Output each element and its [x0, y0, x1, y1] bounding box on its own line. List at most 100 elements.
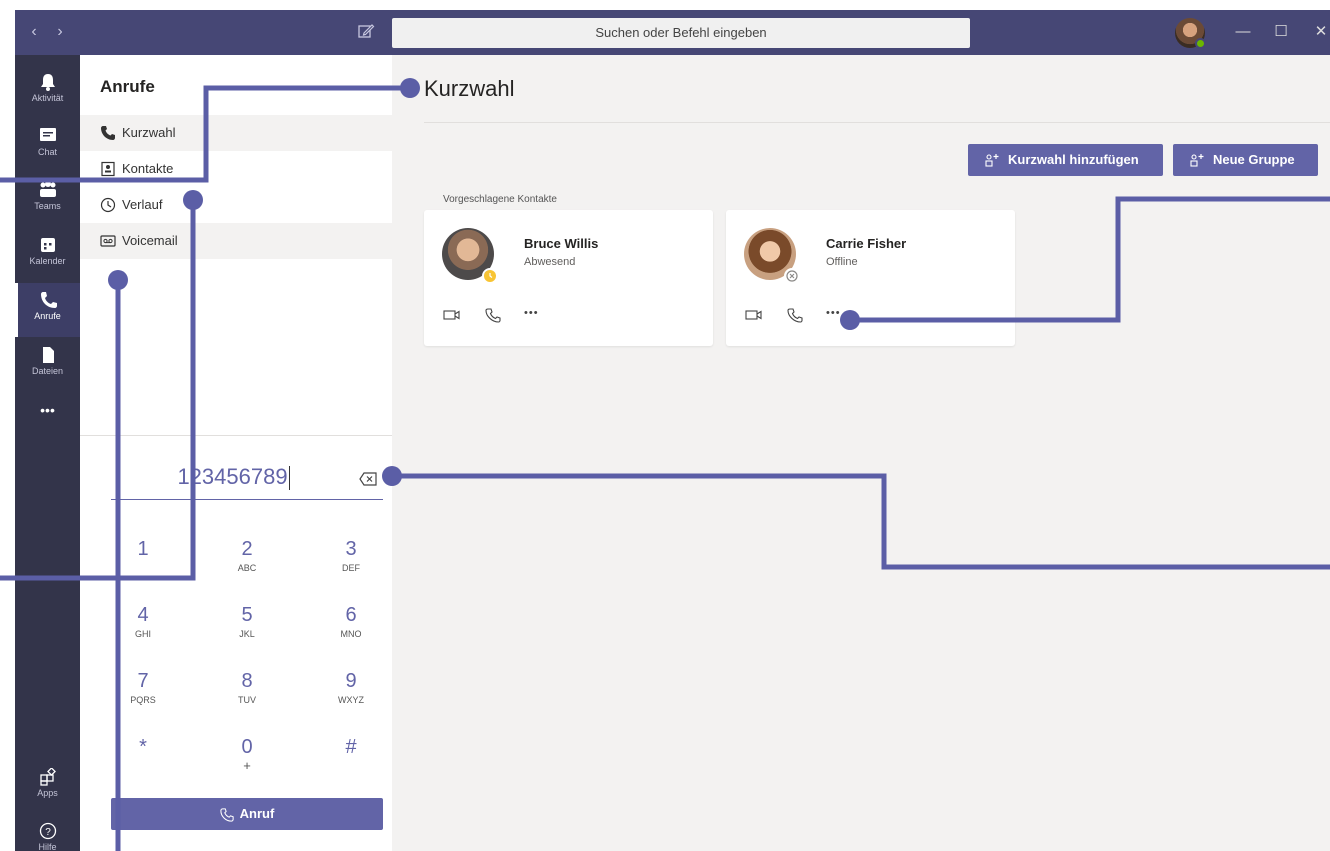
dial-key-6[interactable]: 6 MNO — [321, 603, 381, 653]
appbar-item-calendar[interactable]: Kalender — [15, 228, 80, 282]
search-input[interactable]: Suchen oder Befehl eingeben — [392, 18, 970, 48]
key-digit: 6 — [345, 604, 357, 626]
appbar-label: Aktivität — [31, 93, 64, 103]
panel-divider — [80, 435, 392, 436]
app-bar: Aktivität Chat Teams Kalender Anrufe Dat… — [15, 55, 80, 851]
page-title: Kurzwahl — [424, 76, 515, 101]
key-letters: GHI — [134, 629, 151, 639]
contacts-icon — [101, 161, 115, 177]
appbar-item-chat[interactable]: Chat — [15, 119, 80, 173]
contact-card[interactable]: Carrie Fisher Offline ••• — [726, 210, 1015, 346]
maximize-button[interactable]: ☐ — [1271, 22, 1291, 42]
appbar-item-activity[interactable]: Aktivität — [15, 65, 80, 119]
phone-icon — [101, 126, 115, 140]
video-call-icon[interactable] — [442, 307, 462, 323]
appbar-item-help[interactable]: ? Hilfe — [15, 814, 80, 851]
key-letters: JKL — [239, 629, 255, 639]
status-away-icon — [482, 268, 498, 284]
file-icon — [42, 347, 54, 363]
minimize-button[interactable]: — — [1233, 22, 1253, 42]
key-digit: 9 — [345, 670, 357, 692]
calls-panel: Anrufe Kurzwahl Kontakte Verlauf Voicema… — [80, 55, 392, 851]
appbar-item-teams[interactable]: Teams — [15, 173, 80, 227]
compose-icon[interactable] — [357, 22, 375, 40]
new-group-label: Neue Gruppe — [1213, 152, 1295, 167]
dial-key-hash[interactable]: # — [321, 735, 381, 785]
forward-button[interactable]: › — [53, 23, 67, 41]
audio-call-icon[interactable] — [785, 307, 805, 323]
key-digit: 8 — [241, 670, 253, 692]
contact-card[interactable]: Bruce Willis Abwesend ••• — [424, 210, 713, 346]
appbar-label: Kalender — [29, 256, 66, 266]
nav-item-voicemail[interactable]: Voicemail — [80, 223, 392, 259]
nav-item-speed-dial[interactable]: Kurzwahl — [80, 115, 392, 151]
dial-key-2[interactable]: 2 ABC — [217, 537, 277, 587]
call-button-label: Anruf — [239, 806, 275, 821]
appbar-label: Hilfe — [38, 842, 57, 851]
more-apps-button[interactable]: ••• — [15, 395, 80, 425]
add-speed-dial-button[interactable]: Kurzwahl hinzufügen — [968, 144, 1163, 176]
key-digit: 5 — [241, 604, 253, 626]
svg-text:?: ? — [45, 827, 51, 838]
calendar-icon — [40, 238, 55, 252]
appbar-item-files[interactable]: Dateien — [15, 338, 80, 392]
appbar-label: Anrufe — [34, 311, 61, 321]
audio-call-icon[interactable] — [483, 307, 503, 323]
video-call-icon[interactable] — [744, 307, 764, 323]
apps-icon — [39, 768, 56, 786]
panel-title: Anrufe — [100, 77, 155, 96]
add-speed-dial-label: Kurzwahl hinzufügen — [1008, 152, 1139, 167]
key-letters: PQRS — [130, 695, 156, 705]
new-group-button[interactable]: Neue Gruppe — [1173, 144, 1318, 176]
contact-presence: Offline — [826, 256, 858, 268]
contact-name: Bruce Willis — [524, 236, 599, 251]
dial-key-7[interactable]: 7 PQRS — [113, 669, 173, 719]
suggested-contacts-heading: Vorgeschlagene Kontakte — [443, 194, 557, 205]
call-button[interactable]: Anruf — [111, 798, 383, 830]
title-divider — [424, 122, 1330, 123]
back-button[interactable]: ‹ — [27, 23, 41, 41]
appbar-item-apps[interactable]: Apps — [15, 760, 80, 814]
nav-item-history[interactable]: Verlauf — [80, 187, 392, 223]
phone-icon — [220, 807, 234, 822]
dial-key-0[interactable]: 0 + — [217, 735, 277, 785]
presence-available-icon — [1195, 38, 1206, 49]
dial-key-4[interactable]: 4 GHI — [113, 603, 173, 653]
dial-key-3[interactable]: 3 DEF — [321, 537, 381, 587]
teams-icon — [39, 181, 56, 197]
dial-key-star[interactable]: * — [113, 735, 173, 785]
title-bar: ‹ › Suchen oder Befehl eingeben — ☐ ✕ — [15, 10, 1330, 55]
key-digit: 0 — [241, 736, 253, 758]
backspace-icon[interactable] — [359, 472, 377, 486]
add-contact-icon — [985, 154, 999, 167]
nav-label: Kurzwahl — [122, 125, 176, 140]
contact-presence: Abwesend — [524, 256, 576, 268]
dial-key-5[interactable]: 5 JKL — [217, 603, 277, 653]
calls-nav: Kurzwahl Kontakte Verlauf Voicemail — [80, 115, 392, 259]
appbar-label: Dateien — [31, 366, 64, 376]
clock-icon — [100, 197, 116, 213]
key-letters: DEF — [342, 563, 360, 573]
nav-label: Kontakte — [122, 161, 174, 176]
key-digit: 3 — [345, 538, 357, 560]
nav-label: Verlauf — [122, 197, 163, 212]
key-digit: 1 — [137, 538, 149, 560]
dial-key-1[interactable]: 1 — [113, 537, 173, 587]
profile-avatar[interactable] — [1175, 18, 1206, 49]
key-letters: MNO — [340, 629, 362, 639]
dial-number-field[interactable]: 123456789 — [111, 460, 383, 500]
help-icon: ? — [39, 822, 56, 840]
dial-key-8[interactable]: 8 TUV — [217, 669, 277, 719]
dial-key-9[interactable]: 9 WXYZ — [321, 669, 381, 719]
key-letters: + — [243, 758, 251, 773]
voicemail-icon — [100, 235, 116, 247]
close-button[interactable]: ✕ — [1311, 22, 1330, 42]
key-digit: 7 — [137, 670, 149, 692]
appbar-label: Teams — [34, 201, 61, 211]
appbar-label: Apps — [37, 788, 58, 798]
more-options-button[interactable]: ••• — [826, 307, 846, 323]
nav-item-contacts[interactable]: Kontakte — [80, 151, 392, 187]
appbar-item-calls[interactable]: Anrufe — [15, 283, 80, 337]
more-options-button[interactable]: ••• — [524, 307, 544, 323]
key-letters: ABC — [237, 563, 257, 573]
